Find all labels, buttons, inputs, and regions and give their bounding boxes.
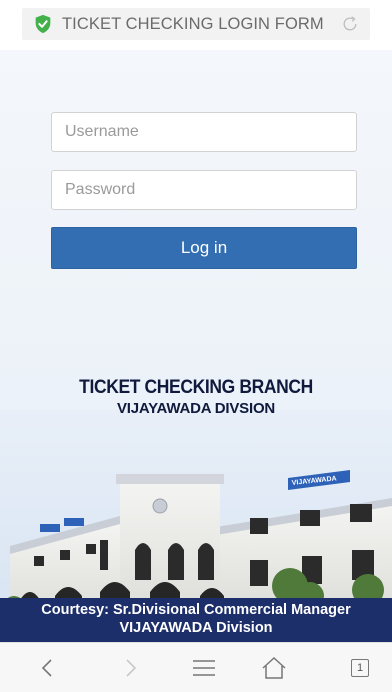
forward-button[interactable] [100,643,160,692]
branch-subtitle: VIJAYAWADA DIVSION [116,400,276,417]
tab-count: 1 [356,662,364,674]
home-button[interactable] [244,643,304,692]
courtesy-line-1: Courtesy: Sr.Divisional Commercial Manag… [41,602,351,618]
url-bar-area: TICKET CHECKING LOGIN FORM [0,0,392,50]
home-icon [262,656,286,679]
page-title: TICKET CHECKING LOGIN FORM [62,14,324,33]
courtesy-footer: Courtesy: Sr.Divisional Commercial Manag… [0,598,392,642]
shield-check-icon [35,14,51,34]
browser-window: TICKET CHECKING LOGIN FORM Log in [0,0,392,692]
tabs-icon: 1 [351,659,369,677]
branch-title: TICKET CHECKING BRANCH [79,377,313,398]
tabs-button[interactable]: 1 [330,643,390,692]
menu-button[interactable] [174,643,234,692]
menu-icon [193,660,215,676]
url-bar[interactable]: TICKET CHECKING LOGIN FORM [22,8,370,40]
back-icon [41,659,52,677]
back-button[interactable] [18,643,78,692]
page-content: Log in VIJA [0,50,392,642]
login-button[interactable]: Log in [51,227,357,269]
browser-nav-bar: 1 [0,642,392,692]
branch-banner: VIJAYAWADA TICKET CHECKING BRANCH VIJAYA… [0,350,392,642]
reload-icon[interactable] [340,14,360,34]
username-input[interactable] [51,112,357,152]
courtesy-line-2: VIJAYAWADA Division [119,620,273,636]
password-input[interactable] [51,170,357,210]
forward-icon [126,659,137,677]
